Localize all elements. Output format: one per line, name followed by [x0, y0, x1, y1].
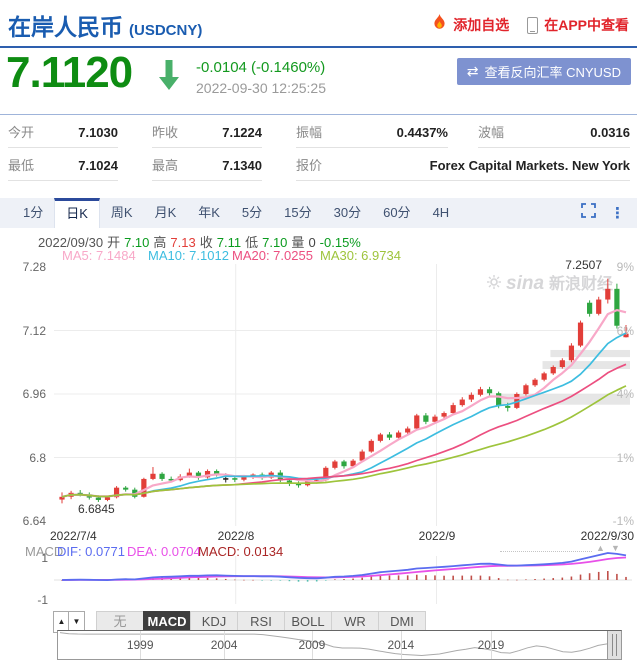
- y-axis-tick: 7.12: [0, 324, 46, 338]
- period-tab-日K[interactable]: 日K: [54, 198, 100, 228]
- more-options-icon[interactable]: ⋮: [610, 204, 625, 222]
- stat-cell: 昨收 7.1224: [152, 122, 262, 148]
- period-tab-30分[interactable]: 30分: [323, 198, 372, 228]
- view-in-app-link[interactable]: 在APP中查看: [544, 15, 629, 35]
- pct-axis-tick: 4%: [600, 387, 634, 401]
- pct-axis-tick: 9%: [600, 260, 634, 274]
- stat-cell: 波幅 0.0316: [478, 122, 630, 148]
- add-watchlist-button[interactable]: 添加自选: [453, 15, 509, 35]
- stat-value: Forex Capital Markets. New York: [430, 155, 630, 177]
- stat-label: 报价: [296, 155, 322, 177]
- stat-cell: 报价 Forex Capital Markets. New York: [296, 155, 630, 181]
- pct-axis-tick: -1%: [600, 514, 634, 528]
- period-tab-15分[interactable]: 15分: [273, 198, 322, 228]
- navigator-handle[interactable]: [607, 631, 621, 659]
- y-axis-tick: 7.28: [0, 260, 46, 274]
- stat-cell: 最高 7.1340: [152, 155, 262, 181]
- period-tab-4H[interactable]: 4H: [422, 198, 461, 228]
- price-change: -0.0104 (-0.1460%): [196, 59, 325, 76]
- stat-label: 昨收: [152, 122, 178, 144]
- macd-scroll-ruler: [500, 551, 592, 553]
- stat-value: 0.0316: [590, 122, 630, 144]
- stat-value: 7.1024: [78, 155, 118, 177]
- x-axis-label: 2022/9/30: [581, 529, 634, 543]
- fullscreen-icon[interactable]: [581, 203, 596, 223]
- navigator-year-label: 2009: [299, 638, 326, 652]
- scroll-up-icon[interactable]: ▲: [596, 543, 605, 553]
- navigator-year-label: 2019: [478, 638, 505, 652]
- period-tab-年K[interactable]: 年K: [187, 198, 231, 228]
- stat-value: 7.1340: [222, 155, 262, 177]
- y-axis-tick: 6.96: [0, 387, 46, 401]
- swap-arrows-icon: ⇄: [467, 64, 479, 80]
- page-title: 在岸人民币 (USDCNY): [8, 8, 202, 42]
- period-tab-月K[interactable]: 月K: [144, 198, 188, 228]
- period-tab-bar: 1分日K周K月K年K5分15分30分60分4H ⋮: [0, 198, 637, 228]
- stat-label: 振幅: [296, 122, 322, 144]
- usdcny-quote-page: 在岸人民币 (USDCNY) 添加自选 在APP中查看 7.1120 -0.010…: [0, 0, 637, 667]
- phone-icon: [527, 17, 538, 34]
- navigator-year-label: 2004: [211, 638, 238, 652]
- quote-divider: [0, 114, 637, 115]
- stat-cell: 振幅 0.4437%: [296, 122, 448, 148]
- stat-value: 7.1030: [78, 122, 118, 144]
- period-tab-5分[interactable]: 5分: [231, 198, 273, 228]
- flame-icon: [432, 14, 447, 36]
- period-tabs: 1分日K周K月K年K5分15分30分60分4H: [12, 198, 460, 228]
- y-axis-tick: 6.8: [0, 451, 46, 465]
- navigator-year-label: 1999: [127, 638, 154, 652]
- quote-timestamp: 2022-09-30 12:25:25: [196, 80, 326, 96]
- stat-value: 7.1224: [222, 122, 262, 144]
- x-axis-label: 2022/8: [218, 529, 255, 543]
- macd-axis-max: 1: [30, 551, 48, 565]
- macd-dea-value: DEA: 0.0704: [127, 544, 201, 559]
- macd-dif-value: DIF: 0.0771: [57, 544, 125, 559]
- macd-hist-value: MACD: 0.0134: [198, 544, 283, 559]
- instrument-name: 在岸人民币: [8, 14, 123, 40]
- period-high-label: 7.2507: [552, 258, 602, 272]
- x-axis-label: 2022/9: [419, 529, 456, 543]
- stat-label: 最高: [152, 155, 178, 177]
- x-axis-label: 2022/7/4: [50, 529, 97, 543]
- period-tab-周K[interactable]: 周K: [100, 198, 144, 228]
- instrument-symbol: (USDCNY): [129, 22, 202, 39]
- period-tab-60分[interactable]: 60分: [372, 198, 421, 228]
- period-low-label: 6.6845: [78, 502, 115, 516]
- stat-label: 最低: [8, 155, 34, 177]
- scroll-down-icon[interactable]: ▼: [611, 543, 620, 553]
- stat-cell: 今开 7.1030: [8, 122, 118, 148]
- pct-axis-tick: 6%: [600, 324, 634, 338]
- pct-axis-tick: 1%: [600, 451, 634, 465]
- stat-cell: 最低 7.1024: [8, 155, 118, 181]
- header-actions: 添加自选 在APP中查看: [432, 14, 629, 36]
- reverse-rate-button[interactable]: ⇄ 查看反向汇率 CNYUSD: [457, 58, 631, 85]
- stat-label: 今开: [8, 122, 34, 144]
- timeline-navigator[interactable]: 1999 2004 2009 2014 2019: [57, 630, 622, 660]
- navigator-year-label: 2014: [388, 638, 415, 652]
- stat-value: 0.4437%: [397, 122, 448, 144]
- period-tab-1分[interactable]: 1分: [12, 198, 54, 228]
- y-axis-tick: 6.64: [0, 514, 46, 528]
- down-arrow-icon: [159, 60, 179, 95]
- macd-axis-min: -1: [30, 593, 48, 607]
- last-price: 7.1120: [6, 48, 132, 98]
- stat-label: 波幅: [478, 122, 504, 144]
